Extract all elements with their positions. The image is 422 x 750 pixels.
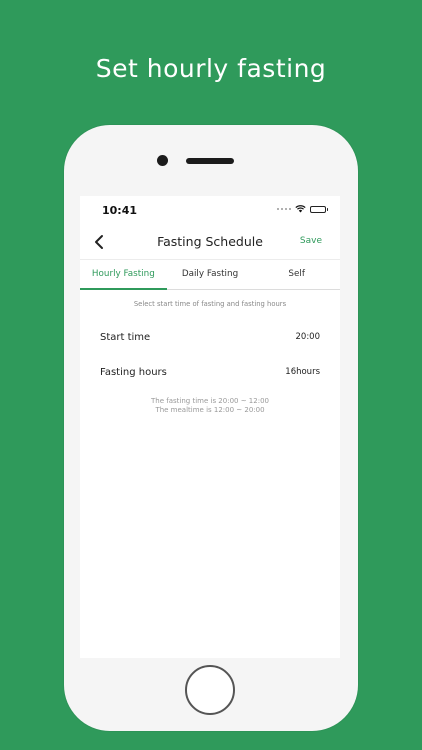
save-button[interactable]: Save	[300, 236, 322, 246]
start-time-value: 20:00	[295, 332, 321, 342]
mealtime-summary: The mealtime is 12:00 ~ 20:00	[155, 406, 265, 414]
speaker-slot	[186, 158, 234, 164]
phone-frame: 10:41 Fasting Schedule Save Hourly Fasti…	[64, 125, 358, 731]
schedule-summary: The fasting time is 20:00 ~ 12:00 The me…	[80, 397, 340, 415]
camera-dot	[157, 155, 168, 166]
start-time-label: Start time	[100, 331, 151, 343]
instruction-hint: Select start time of fasting and fasting…	[133, 300, 287, 308]
navigation-bar: Fasting Schedule Save	[80, 224, 340, 260]
tab-hourly-fasting[interactable]: Hourly Fasting	[80, 260, 167, 290]
status-icons	[277, 205, 328, 213]
tab-self[interactable]: Self	[253, 260, 340, 289]
status-bar: 10:41	[80, 196, 340, 224]
fasting-time-summary: The fasting time is 20:00 ~ 12:00	[151, 397, 269, 405]
fasting-hours-value: 16hours	[285, 367, 320, 377]
start-time-row[interactable]: Start time 20:00	[100, 327, 320, 347]
home-button[interactable]	[185, 665, 235, 715]
fasting-type-tabs: Hourly Fasting Daily Fasting Self	[80, 259, 340, 290]
fasting-hours-label: Fasting hours	[100, 366, 167, 378]
battery-icon	[310, 205, 328, 213]
wifi-icon	[295, 205, 306, 213]
signal-icon	[277, 208, 291, 210]
app-screen: 10:41 Fasting Schedule Save Hourly Fasti…	[80, 196, 340, 658]
fasting-hours-row[interactable]: Fasting hours 16hours	[100, 362, 320, 382]
status-time: 10:41	[102, 204, 138, 217]
tab-daily-fasting[interactable]: Daily Fasting	[167, 260, 254, 289]
marketing-headline: Set hourly fasting	[95, 54, 327, 83]
